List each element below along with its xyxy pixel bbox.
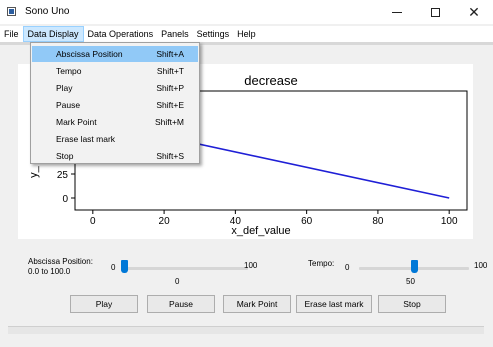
abscissa-slider-track[interactable]: [124, 267, 248, 270]
menu-item-label: Mark Point: [56, 117, 97, 127]
tempo-slider-thumb[interactable]: [411, 260, 418, 273]
menu-item-label: Play: [56, 83, 73, 93]
y-tick-label: 0: [62, 194, 68, 205]
window-title: Sono Uno: [25, 6, 70, 17]
status-bar: [8, 326, 484, 334]
close-button[interactable]: ✕: [455, 0, 493, 24]
play-button[interactable]: Play: [70, 295, 138, 313]
menu-item-label: Abscissa Position: [56, 49, 123, 59]
tempo-label: Tempo:: [308, 259, 335, 268]
menu-data-display[interactable]: Data Display: [22, 26, 84, 42]
stop-button[interactable]: Stop: [378, 295, 446, 313]
close-icon: ✕: [468, 3, 480, 20]
minimize-button[interactable]: [378, 0, 416, 24]
menu-data-operations[interactable]: Data Operations: [84, 26, 158, 42]
abscissa-min-label: 0: [111, 263, 116, 272]
menu-file[interactable]: File: [0, 26, 23, 42]
menu-item-shortcut: Shift+E: [156, 100, 184, 110]
y-tick-label: 25: [57, 170, 69, 181]
menu-item-erase-last-mark[interactable]: Erase last mark: [32, 131, 198, 147]
x-tick-label: 20: [159, 216, 171, 227]
x-tick-label: 0: [90, 216, 96, 227]
abscissa-label: Abscissa Position:: [28, 257, 93, 266]
abscissa-range-label: 0.0 to 100.0: [28, 267, 71, 276]
maximize-icon: [430, 7, 440, 17]
tempo-value-label: 50: [406, 277, 415, 286]
menu-item-label: Pause: [56, 100, 81, 110]
menu-item-label: Erase last mark: [56, 134, 116, 144]
abscissa-value-label: 0: [175, 277, 180, 286]
x-axis-label: x_def_value: [231, 225, 290, 237]
erase-last-mark-button[interactable]: Erase last mark: [296, 295, 372, 313]
x-tick-label: 80: [372, 216, 384, 227]
menu-item-pause[interactable]: Pause Shift+E: [32, 97, 198, 113]
menu-help[interactable]: Help: [233, 26, 260, 42]
menu-item-shortcut: Shift+M: [154, 117, 184, 127]
menu-item-shortcut: Shift+A: [156, 49, 184, 59]
tempo-max-label: 100: [474, 261, 488, 270]
title-bar: Sono Uno ✕: [0, 0, 493, 24]
minimize-icon: [392, 11, 402, 13]
menu-item-shortcut: Shift+P: [156, 83, 184, 93]
mark-point-button[interactable]: Mark Point: [223, 295, 291, 313]
y-axis-label: y_: [28, 165, 40, 178]
tempo-min-label: 0: [345, 263, 350, 272]
abscissa-max-label: 100: [244, 261, 258, 270]
data-display-menu: Abscissa Position Shift+A Tempo Shift+T …: [30, 42, 200, 164]
menu-item-mark-point[interactable]: Mark Point Shift+M: [32, 114, 198, 130]
menu-panels[interactable]: Panels: [157, 26, 193, 42]
x-tick-label: 100: [441, 216, 458, 227]
app-icon: [7, 7, 16, 16]
x-tick-label: 60: [301, 216, 313, 227]
maximize-button[interactable]: [416, 0, 454, 24]
pause-button[interactable]: Pause: [147, 295, 215, 313]
chart-title: decrease: [244, 73, 297, 88]
menu-item-label: Stop: [56, 151, 74, 161]
menu-item-shortcut: Shift+T: [156, 66, 184, 76]
app-window: Sono Uno ✕ File Data Display Data Operat…: [0, 0, 493, 347]
menu-item-play[interactable]: Play Shift+P: [32, 80, 198, 96]
menu-bar: File Data Display Data Operations Panels…: [0, 26, 493, 42]
menu-item-abscissa-position[interactable]: Abscissa Position Shift+A: [32, 46, 198, 62]
menu-item-shortcut: Shift+S: [156, 151, 184, 161]
abscissa-slider-thumb[interactable]: [121, 260, 128, 273]
menu-item-stop[interactable]: Stop Shift+S: [32, 148, 198, 164]
menu-item-label: Tempo: [56, 66, 82, 76]
menu-item-tempo[interactable]: Tempo Shift+T: [32, 63, 198, 79]
menu-settings[interactable]: Settings: [193, 26, 234, 42]
